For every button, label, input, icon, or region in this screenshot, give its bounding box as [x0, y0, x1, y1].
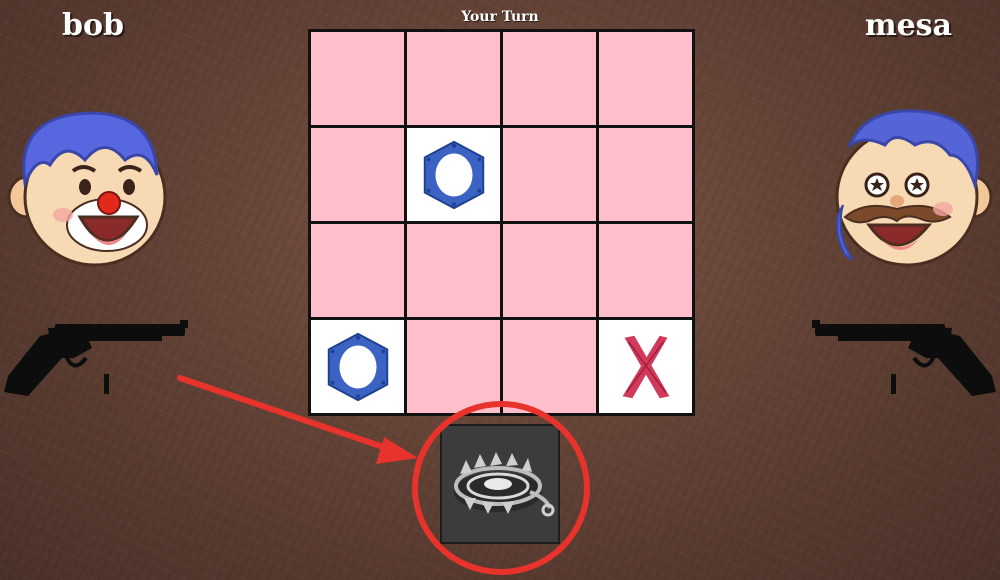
board-cell[interactable]: [503, 224, 596, 317]
board-cell[interactable]: [599, 128, 692, 221]
bear-trap-icon: [454, 452, 555, 517]
board-cell[interactable]: [599, 224, 692, 317]
board-cell[interactable]: [599, 32, 692, 125]
game-board: [308, 29, 695, 416]
board-cell[interactable]: [311, 224, 404, 317]
x-mark-icon: [622, 335, 669, 398]
board-cell[interactable]: [503, 32, 596, 125]
board-cell[interactable]: [407, 224, 500, 317]
clown-face-icon: [5, 105, 175, 270]
revolver-icon: [805, 318, 1000, 408]
board-cell[interactable]: [407, 320, 500, 413]
board-cell[interactable]: [503, 320, 596, 413]
board-cell[interactable]: [407, 128, 500, 221]
board-cell[interactable]: [311, 128, 404, 221]
board-cell[interactable]: [503, 128, 596, 221]
o-mark-icon: [423, 140, 484, 209]
o-mark-icon: [327, 332, 388, 401]
mustache-face-icon: [825, 105, 995, 270]
turn-indicator: Your Turn: [461, 9, 539, 25]
board-cell[interactable]: [599, 320, 692, 413]
revolver-icon: [0, 318, 195, 408]
board-cell[interactable]: [311, 320, 404, 413]
item-slot[interactable]: [440, 424, 560, 544]
board-cell[interactable]: [311, 32, 404, 125]
board-cell[interactable]: [407, 32, 500, 125]
